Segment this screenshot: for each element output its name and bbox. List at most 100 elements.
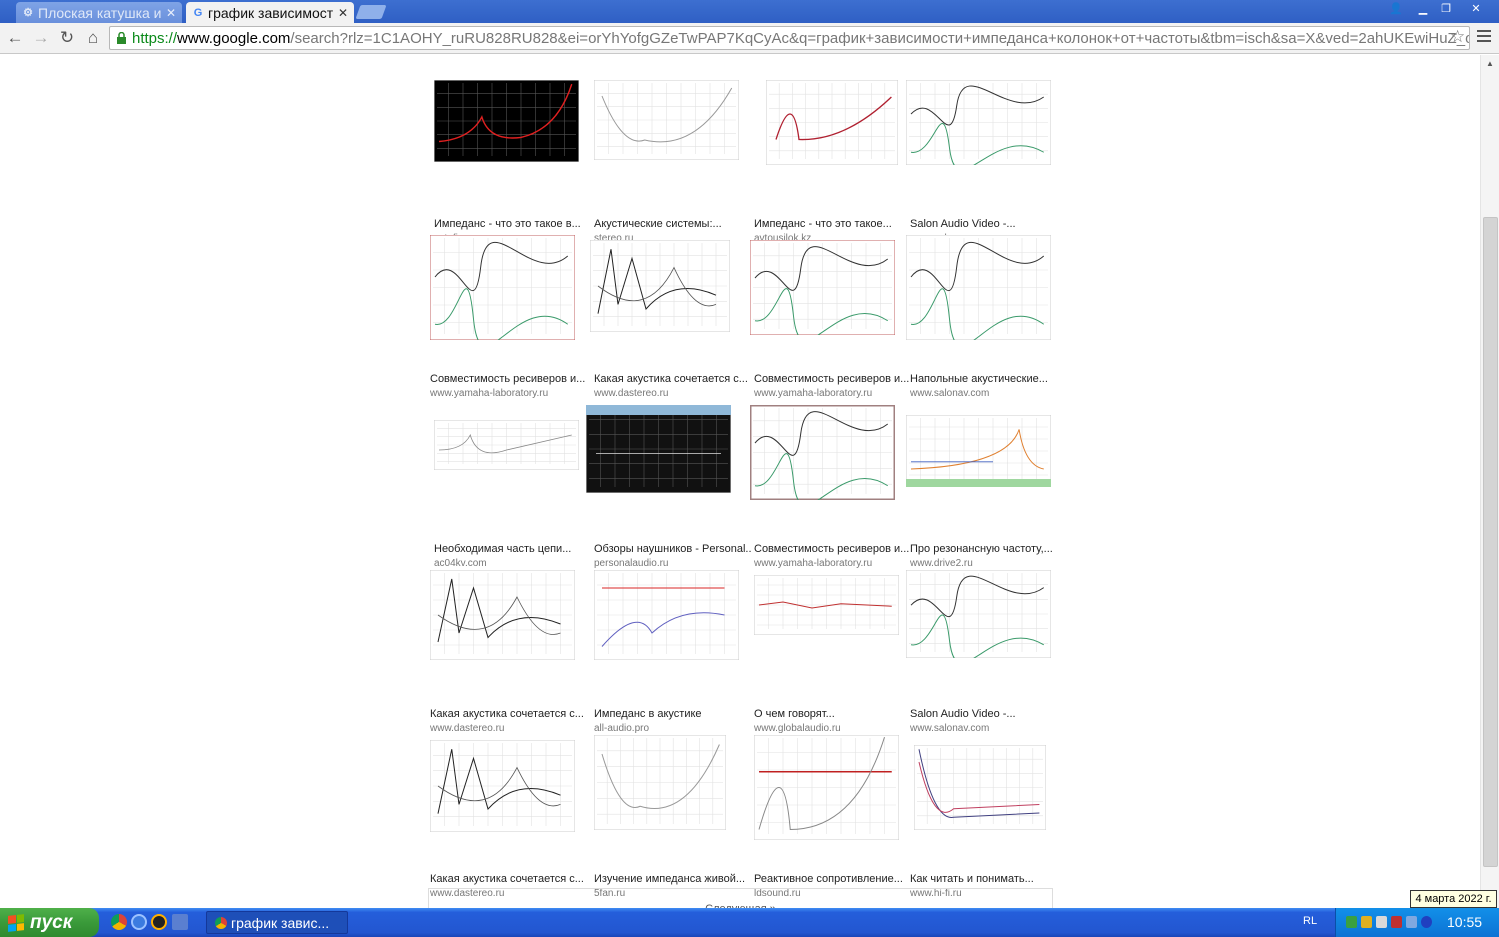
- result-caption[interactable]: Импеданс - что это такое в...: [434, 218, 592, 230]
- result-thumbnail[interactable]: [750, 240, 895, 335]
- result-caption[interactable]: Про резонансную частоту,...: [910, 543, 1068, 555]
- result-caption[interactable]: Импеданс в акустике: [594, 708, 752, 720]
- more-results-button[interactable]: Следующая »: [428, 888, 1053, 908]
- result-thumbnail[interactable]: [906, 570, 1051, 658]
- result-thumbnail[interactable]: [594, 735, 726, 830]
- result-domain: personalaudio.ru: [594, 558, 669, 569]
- gear-icon: ⚙: [23, 7, 33, 19]
- clock[interactable]: 10:55: [1447, 914, 1482, 930]
- result-domain: www.yamaha-laboratory.ru: [430, 388, 549, 399]
- result-thumbnail[interactable]: [754, 575, 899, 635]
- result-thumbnail[interactable]: [750, 405, 895, 500]
- result-thumbnail[interactable]: [594, 570, 739, 660]
- result-thumbnail[interactable]: [754, 735, 899, 840]
- result-caption[interactable]: Как читать и понимать...: [910, 873, 1068, 885]
- menu-icon[interactable]: [1477, 30, 1491, 45]
- result-thumbnail[interactable]: [906, 235, 1051, 340]
- date-tooltip: 4 марта 2022 г.: [1410, 890, 1497, 908]
- url-host: www.google.com: [177, 29, 291, 47]
- result-domain: www.dastereo.ru: [594, 388, 669, 399]
- back-icon[interactable]: ←: [4, 27, 26, 49]
- new-tab-button[interactable]: [355, 5, 387, 19]
- tab-close-icon[interactable]: ✕: [166, 6, 176, 20]
- result-thumbnail[interactable]: [906, 415, 1051, 487]
- vertical-scrollbar[interactable]: ▲: [1480, 55, 1499, 908]
- result-thumbnail[interactable]: [586, 405, 731, 493]
- bookmark-star-icon[interactable]: ☆: [1450, 27, 1465, 47]
- windows-logo-icon: [8, 913, 24, 932]
- tab-title: Плоская катушка и: [38, 4, 162, 21]
- tab-title: график зависимост: [208, 4, 334, 21]
- result-thumbnail[interactable]: [430, 740, 575, 832]
- result-caption[interactable]: Совместимость ресиверов и...: [430, 373, 588, 385]
- reload-icon[interactable]: ↻: [56, 27, 78, 49]
- result-caption[interactable]: Напольные акустические...: [910, 373, 1068, 385]
- language-indicator[interactable]: RL: [1303, 915, 1317, 927]
- result-caption[interactable]: Какая акустика сочетается с...: [594, 373, 752, 385]
- result-caption[interactable]: Обзоры наушников - Personal...: [594, 543, 752, 555]
- taskbar-window-title: график завис...: [231, 914, 330, 931]
- forward-icon[interactable]: →: [30, 27, 52, 49]
- result-thumbnail[interactable]: [906, 80, 1051, 165]
- result-domain: www.salonav.com: [910, 388, 990, 399]
- result-caption[interactable]: Salon Audio Video -...: [910, 218, 1068, 230]
- home-icon[interactable]: ⌂: [82, 27, 104, 49]
- restore-icon[interactable]: ❐: [1436, 2, 1456, 16]
- result-domain: www.dastereo.ru: [430, 723, 505, 734]
- address-bar[interactable]: https:// www.google.com /search?rlz=1C1A…: [109, 26, 1470, 50]
- close-icon[interactable]: ✕: [1466, 2, 1486, 16]
- volume-tray-icon[interactable]: [1406, 916, 1417, 928]
- browser-toolbar: ← → ↻ ⌂ https:// www.google.com /search?…: [0, 23, 1499, 54]
- result-caption[interactable]: Совместимость ресиверов и...: [754, 373, 912, 385]
- result-domain: www.globalaudio.ru: [754, 723, 841, 734]
- monitor-tray-icon[interactable]: [1376, 916, 1387, 928]
- scroll-up-icon[interactable]: ▲: [1486, 59, 1494, 68]
- result-domain: www.salonav.com: [910, 723, 990, 734]
- url-path: /search?rlz=1C1AOHY_ruRU828RU828&ei=orYh…: [290, 29, 1469, 47]
- calendar-quicklaunch-icon[interactable]: [172, 914, 188, 930]
- result-caption[interactable]: Реактивное сопротивление...: [754, 873, 912, 885]
- result-thumbnail[interactable]: [434, 420, 579, 470]
- tab-close-icon[interactable]: ✕: [338, 6, 348, 20]
- result-caption[interactable]: Какая акустика сочетается с...: [430, 708, 588, 720]
- result-caption[interactable]: Совместимость ресиверов и...: [754, 543, 912, 555]
- start-button[interactable]: пуск: [0, 908, 99, 937]
- ie-quicklaunch-icon[interactable]: [131, 914, 147, 930]
- result-caption[interactable]: Какая акустика сочетается с...: [430, 873, 588, 885]
- result-domain: www.yamaha-laboratory.ru: [754, 388, 873, 399]
- result-caption[interactable]: Импеданс - что это такое...: [754, 218, 912, 230]
- result-caption[interactable]: Акустические системы:...: [594, 218, 752, 230]
- google-icon: G: [193, 6, 203, 19]
- chrome-icon: [215, 916, 227, 929]
- result-thumbnail[interactable]: [590, 240, 730, 332]
- app-quicklaunch-icon[interactable]: [151, 914, 167, 930]
- taskbar: пуск график завис... RL 10:55: [0, 908, 1499, 937]
- tab-flat-coil[interactable]: ⚙ Плоская катушка и ✕: [16, 2, 182, 23]
- result-thumbnail[interactable]: [434, 80, 579, 162]
- shield-tray-icon[interactable]: [1361, 916, 1372, 928]
- taskbar-window-button[interactable]: график завис...: [206, 911, 348, 934]
- tab-search-results[interactable]: G график зависимост ✕: [186, 2, 354, 23]
- bluetooth-tray-icon[interactable]: [1421, 916, 1432, 928]
- antivirus-tray-icon[interactable]: [1391, 916, 1402, 928]
- result-thumbnail[interactable]: [766, 80, 898, 165]
- result-thumbnail[interactable]: [430, 570, 575, 660]
- result-caption[interactable]: О чем говорят...: [754, 708, 912, 720]
- image-results-grid: Импеданс - что это такое в...setafi.comА…: [0, 55, 1480, 908]
- result-caption[interactable]: Необходимая часть цепи...: [434, 543, 592, 555]
- user-icon[interactable]: 👤: [1386, 2, 1406, 16]
- network-tray-icon[interactable]: [1346, 916, 1357, 928]
- tab-strip: ⚙ Плоская катушка и ✕ G график зависимос…: [0, 0, 1499, 23]
- result-domain: all-audio.pro: [594, 723, 650, 734]
- result-domain: ac04kv.com: [434, 558, 487, 569]
- result-thumbnail[interactable]: [594, 80, 739, 160]
- result-domain: www.drive2.ru: [910, 558, 973, 569]
- scrollbar-thumb[interactable]: [1483, 217, 1498, 867]
- result-thumbnail[interactable]: [430, 235, 575, 340]
- result-caption[interactable]: Изучение импеданса живой...: [594, 873, 752, 885]
- minimize-icon[interactable]: ▁: [1413, 2, 1433, 16]
- result-caption[interactable]: Salon Audio Video -...: [910, 708, 1068, 720]
- result-thumbnail[interactable]: [914, 745, 1046, 830]
- url-scheme: https://: [132, 29, 178, 47]
- chrome-quicklaunch-icon[interactable]: [111, 914, 127, 930]
